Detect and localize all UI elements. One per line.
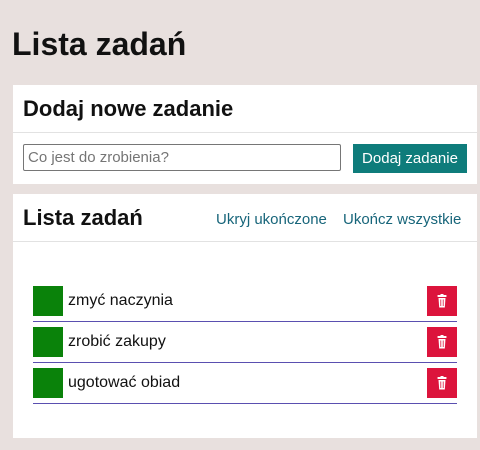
delete-task-button[interactable]	[427, 368, 457, 398]
new-task-input[interactable]	[23, 144, 341, 171]
task-text: zmyć naczynia	[68, 292, 173, 309]
task-list-card-header: Lista zadań Ukryj ukończone Ukończ wszys…	[13, 194, 477, 242]
trash-icon	[437, 294, 447, 308]
trash-icon	[437, 335, 447, 349]
task-text: ugotować obiad	[68, 374, 181, 391]
add-task-card-header: Dodaj nowe zadanie	[13, 85, 477, 133]
add-task-title: Dodaj nowe zadanie	[23, 96, 234, 121]
complete-all-link[interactable]: Ukończ wszystkie	[343, 211, 461, 228]
task-row: zrobić zakupy	[33, 323, 457, 363]
task-row: ugotować obiad	[33, 364, 457, 404]
task-list-card: Lista zadań Ukryj ukończone Ukończ wszys…	[13, 194, 477, 438]
task-status-toggle[interactable]	[33, 327, 63, 357]
task-list-title: Lista zadań	[23, 205, 143, 230]
hide-completed-link[interactable]: Ukryj ukończone	[216, 211, 327, 228]
task-status-toggle[interactable]	[33, 286, 63, 316]
add-task-card: Dodaj nowe zadanie Dodaj zadanie	[13, 85, 477, 184]
task-row: zmyć naczynia	[33, 282, 457, 322]
add-task-button[interactable]: Dodaj zadanie	[353, 144, 467, 173]
task-status-toggle[interactable]	[33, 368, 63, 398]
trash-icon	[437, 376, 447, 390]
task-text: zrobić zakupy	[68, 333, 166, 350]
delete-task-button[interactable]	[427, 286, 457, 316]
delete-task-button[interactable]	[427, 327, 457, 357]
page-title: Lista zadań	[12, 26, 187, 62]
